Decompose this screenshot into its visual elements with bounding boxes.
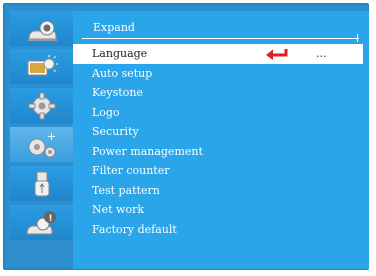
menu-item-label: Security — [92, 125, 139, 138]
tab-usb[interactable] — [10, 166, 73, 201]
menu-item-auto-setup[interactable]: Auto setup — [73, 64, 363, 84]
menu-item-factory-default[interactable]: Factory default — [73, 220, 363, 240]
menu-item-label: Power management — [92, 144, 203, 158]
svg-text:!: ! — [49, 214, 53, 224]
tab-setting[interactable] — [10, 88, 73, 123]
tab-expand[interactable]: + — [10, 127, 73, 162]
menu-item-label: Language — [92, 47, 148, 60]
picture-adjust-icon — [27, 55, 58, 76]
usb-icon — [34, 171, 50, 197]
menu-item-test-pattern[interactable]: Test pattern — [73, 181, 363, 201]
menu-item-power-management[interactable]: Power management — [73, 142, 363, 162]
menu-item-label: Test pattern — [92, 183, 160, 197]
osd-menu-window: + ! Expand Language ... Auto setup Keyst… — [3, 3, 369, 270]
menu-item-logo[interactable]: Logo — [73, 103, 363, 123]
tab-projector[interactable] — [10, 11, 73, 46]
menu-item-label: Filter counter — [92, 164, 170, 177]
enter-arrow-icon — [266, 49, 288, 60]
svg-text:+: + — [47, 130, 56, 143]
expand-panel: Expand Language ... Auto setup Keystone … — [73, 11, 369, 269]
language-value: ... — [316, 47, 327, 60]
menu-item-network[interactable]: Net work — [73, 200, 363, 220]
tab-picture[interactable] — [10, 49, 73, 84]
menu-item-language[interactable]: Language ... — [73, 44, 363, 64]
menu-item-security[interactable]: Security — [73, 122, 363, 142]
gear-icon — [28, 92, 56, 120]
menu-item-keystone[interactable]: Keystone — [73, 83, 363, 103]
menu-item-label: Net work — [92, 203, 145, 216]
menu-item-filter-counter[interactable]: Filter counter — [73, 161, 363, 181]
menu-item-label: Keystone — [92, 86, 143, 99]
menu-tab-bar: + ! — [10, 11, 73, 269]
expand-gears-icon: + — [28, 130, 56, 158]
menu-item-label: Factory default — [92, 222, 177, 236]
menu-item-label: Logo — [92, 105, 120, 119]
tab-info[interactable]: ! — [10, 205, 73, 240]
panel-title: Expand — [93, 21, 135, 34]
expand-menu-list: Language ... Auto setup Keystone Logo Se… — [73, 44, 363, 239]
info-icon: ! — [26, 211, 56, 235]
menu-item-label: Auto setup — [92, 66, 153, 80]
title-divider-end — [357, 34, 358, 42]
projector-icon — [28, 20, 57, 41]
title-divider — [82, 38, 359, 39]
